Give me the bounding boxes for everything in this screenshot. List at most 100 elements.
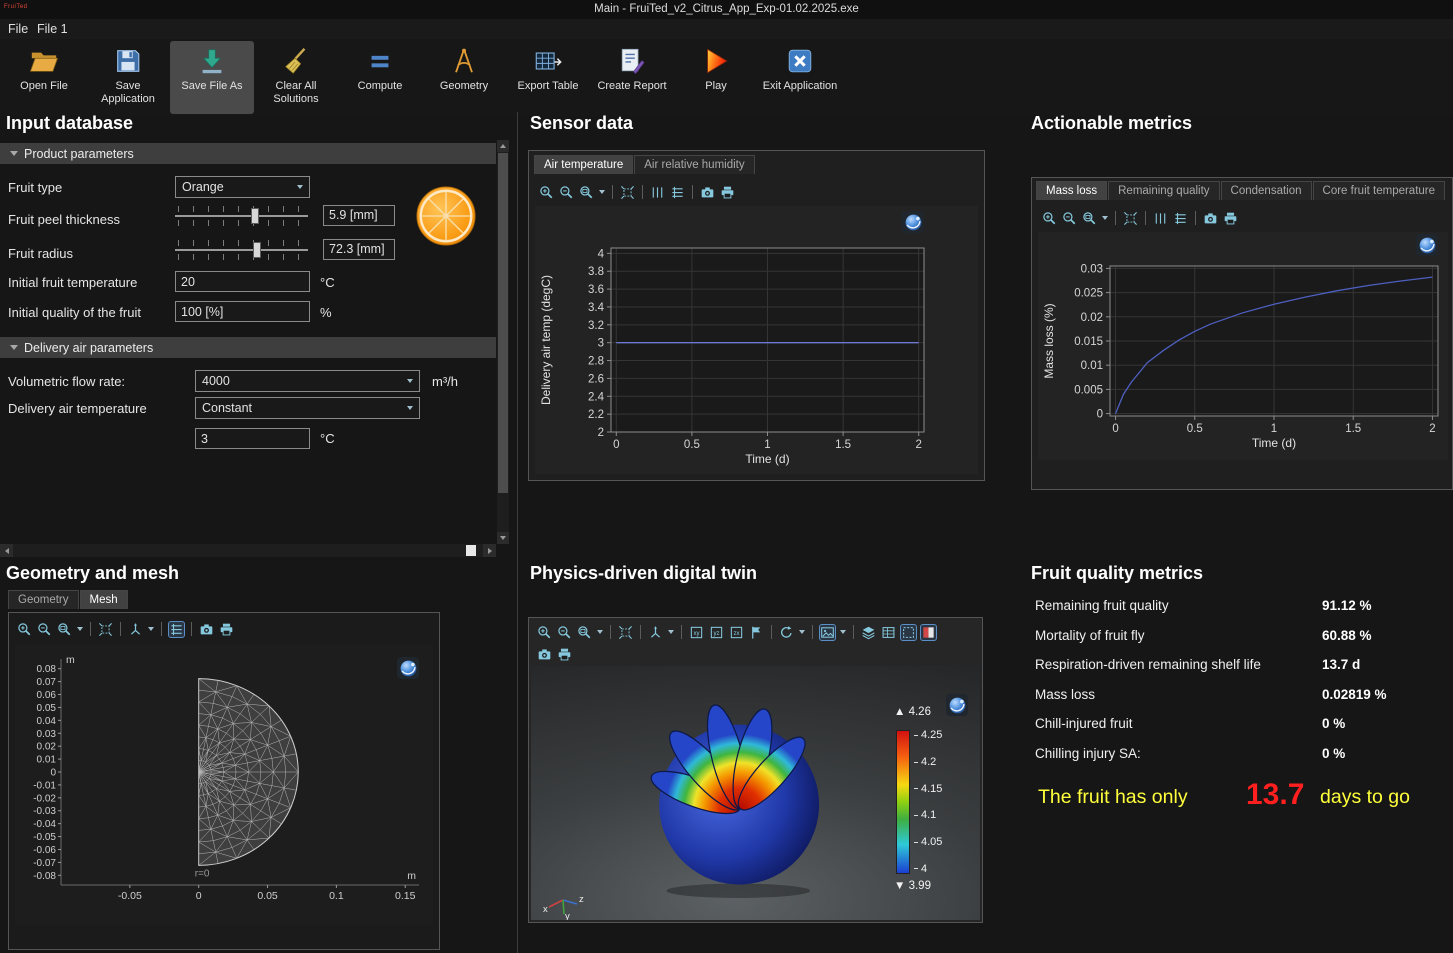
grid-lines-icon[interactable]	[670, 185, 685, 200]
dropdown-caret-icon[interactable]	[148, 627, 154, 631]
zoom-in-icon[interactable]	[539, 185, 554, 200]
slider-thumb[interactable]	[253, 242, 261, 258]
fruit-radius-slider[interactable]	[175, 238, 308, 262]
initial-fruit-temperature-input[interactable]	[175, 271, 310, 292]
sensor-plot-canvas[interactable]: 00.511.5222.22.42.62.833.23.43.63.84Time…	[535, 206, 978, 474]
create-report-button[interactable]: Create Report	[590, 41, 674, 114]
fruit-type-dropdown[interactable]: Orange	[175, 176, 310, 198]
volumetric-flow-rate-dropdown[interactable]: 4000	[195, 370, 420, 392]
mass-loss-plot-canvas[interactable]: 00.511.5200.0050.010.0150.020.0250.03Tim…	[1038, 232, 1448, 460]
save-application-button[interactable]: Save Application	[86, 41, 170, 114]
export-table-button[interactable]: Export Table	[506, 41, 590, 114]
scene-layers-icon[interactable]	[861, 625, 876, 640]
dropdown-caret-icon[interactable]	[599, 190, 605, 194]
tab-mass-loss[interactable]: Mass loss	[1036, 181, 1107, 200]
zoom-box-icon[interactable]	[579, 185, 594, 200]
vertical-scrollbar-thumb[interactable]	[498, 153, 508, 493]
menu-file[interactable]: File	[8, 22, 28, 36]
delivery-air-temperature-input[interactable]	[195, 428, 310, 449]
zoom-out-icon[interactable]	[1062, 211, 1077, 226]
orientation-icon[interactable]	[128, 622, 143, 637]
scroll-down-button[interactable]	[497, 532, 509, 544]
tab-condensation[interactable]: Condensation	[1221, 181, 1312, 200]
tab-air-temperature[interactable]: Air temperature	[534, 155, 633, 174]
twin-3d-canvas[interactable]: ▲ 4.26 4.254.24.154.14.054 ▼ 3.99 x y z	[531, 666, 980, 920]
mesh-plot-canvas[interactable]: 0.080.070.060.050.040.030.020.010-0.01-0…	[15, 645, 433, 925]
fruit-peel-thickness-slider[interactable]	[175, 204, 308, 228]
zoom-in-icon[interactable]	[17, 622, 32, 637]
zoom-in-icon[interactable]	[537, 625, 552, 640]
dropdown-caret-icon[interactable]	[597, 630, 603, 634]
dropdown-caret-icon[interactable]	[840, 630, 846, 634]
comsol-logo-button[interactable]	[946, 694, 968, 716]
zoom-extents-icon[interactable]	[618, 625, 633, 640]
comsol-logo-button[interactable]	[1416, 234, 1438, 256]
view-yz-icon[interactable]	[709, 625, 724, 640]
zoom-extents-icon[interactable]	[98, 622, 113, 637]
comsol-logo-button[interactable]	[397, 657, 419, 679]
select-box-icon[interactable]	[901, 625, 916, 640]
delivery-air-temperature-dropdown[interactable]: Constant	[195, 397, 420, 419]
vertical-scrollbar[interactable]	[497, 140, 509, 544]
go-to-default-view-icon[interactable]	[749, 625, 764, 640]
tab-geometry[interactable]: Geometry	[8, 590, 79, 609]
comsol-logo-button[interactable]	[902, 211, 924, 233]
zoom-extents-icon[interactable]	[1123, 211, 1138, 226]
open-file-button[interactable]: Open File	[2, 41, 86, 114]
camera-icon[interactable]	[537, 647, 552, 662]
slider-thumb[interactable]	[251, 208, 259, 224]
color-legend-icon[interactable]	[921, 625, 936, 640]
horizontal-scrollbar-thumb[interactable]	[466, 545, 476, 556]
exit-application-button[interactable]: Exit Application	[758, 41, 842, 114]
tab-mesh[interactable]: Mesh	[80, 590, 128, 609]
print-icon[interactable]	[557, 647, 572, 662]
print-icon[interactable]	[720, 185, 735, 200]
orientation-icon[interactable]	[648, 625, 663, 640]
scroll-up-button[interactable]	[497, 140, 509, 152]
rotate-icon[interactable]	[779, 625, 794, 640]
clear-all-solutions-button[interactable]: Clear All Solutions	[254, 41, 338, 114]
compute-button[interactable]: Compute	[338, 41, 422, 114]
zoom-extents-icon[interactable]	[620, 185, 635, 200]
tab-air-relative-humidity[interactable]: Air relative humidity	[634, 155, 754, 174]
zoom-out-icon[interactable]	[559, 185, 574, 200]
camera-icon[interactable]	[700, 185, 715, 200]
table-icon[interactable]	[881, 625, 896, 640]
geometry-button[interactable]: Geometry	[422, 41, 506, 114]
svg-text:0.05: 0.05	[257, 890, 278, 902]
dropdown-caret-icon[interactable]	[77, 627, 83, 631]
tab-remaining-quality[interactable]: Remaining quality	[1108, 181, 1219, 200]
print-icon[interactable]	[219, 622, 234, 637]
scroll-left-button[interactable]	[0, 544, 13, 557]
zoom-box-icon[interactable]	[577, 625, 592, 640]
dropdown-caret-icon[interactable]	[799, 630, 805, 634]
grid-lines-icon[interactable]	[169, 622, 184, 637]
delivery-air-parameters-header[interactable]: Delivery air parameters	[0, 337, 496, 358]
save-file-as-button[interactable]: Save File As	[170, 41, 254, 114]
zoom-out-icon[interactable]	[557, 625, 572, 640]
dropdown-caret-icon[interactable]	[1102, 216, 1108, 220]
grid-lines-icon[interactable]	[1173, 211, 1188, 226]
dropdown-caret-icon[interactable]	[668, 630, 674, 634]
menu-file-1[interactable]: File 1	[37, 22, 68, 36]
scroll-right-button[interactable]	[483, 544, 496, 557]
metric-value: 60.88 %	[1322, 628, 1372, 643]
view-xy-icon[interactable]	[689, 625, 704, 640]
zoom-box-icon[interactable]	[57, 622, 72, 637]
y-axis-lines-icon[interactable]	[1153, 211, 1168, 226]
print-icon[interactable]	[1223, 211, 1238, 226]
tab-core-fruit-temperature[interactable]: Core fruit temperature	[1313, 181, 1446, 200]
view-xz-icon[interactable]	[729, 625, 744, 640]
initial-quality-input[interactable]	[175, 301, 310, 322]
image-snapshot-icon[interactable]	[820, 625, 835, 640]
zoom-in-icon[interactable]	[1042, 211, 1057, 226]
zoom-out-icon[interactable]	[37, 622, 52, 637]
camera-icon[interactable]	[1203, 211, 1218, 226]
horizontal-scrollbar[interactable]	[0, 544, 496, 557]
product-parameters-header[interactable]: Product parameters	[0, 143, 496, 164]
play-button[interactable]: Play	[674, 41, 758, 114]
camera-icon[interactable]	[199, 622, 214, 637]
zoom-box-icon[interactable]	[1082, 211, 1097, 226]
shelf-life-alert-prefix: The fruit has only	[1038, 786, 1188, 809]
y-axis-lines-icon[interactable]	[650, 185, 665, 200]
